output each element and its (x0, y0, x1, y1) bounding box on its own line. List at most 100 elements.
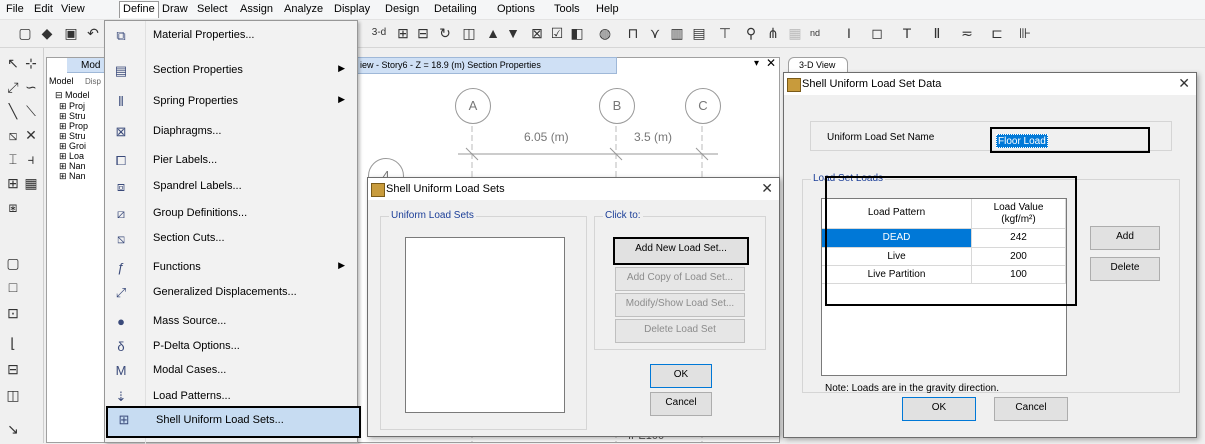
draw-link-icon[interactable]: ∽ (22, 78, 40, 96)
rotate-icon[interactable]: ↻ (436, 24, 454, 42)
brace-icon[interactable]: ⋎ (646, 24, 664, 42)
menu-item-generalized-displacements[interactable]: ⤢ Generalized Displacements... (105, 281, 357, 305)
draw-wall-icon[interactable]: ▢ (4, 254, 22, 272)
plan-view-tab[interactable]: iew - Story6 - Z = 18.9 (m) Section Prop… (357, 57, 617, 74)
menu-item-spandrel-labels[interactable]: ⧈ Spandrel Labels... (105, 175, 357, 199)
cancel-button[interactable]: Cancel (994, 397, 1068, 421)
menu-define[interactable]: Define (119, 1, 159, 18)
open-file-icon[interactable]: ◆ (38, 24, 56, 42)
wall-icon[interactable]: ▤ (690, 24, 708, 42)
new-file-icon[interactable]: ▢ (16, 24, 34, 42)
draw-dimension-icon[interactable]: ↘ (4, 420, 22, 438)
close-icon[interactable]: ✕ (761, 180, 773, 197)
delete-load-set-button[interactable]: Delete Load Set (615, 319, 745, 343)
draw-cross-icon[interactable]: ⧆ (4, 198, 22, 216)
menu-item-diaphragms[interactable]: ⊠ Diaphragms... (105, 120, 357, 144)
menu-edit[interactable]: Edit (34, 3, 53, 15)
menu-item-pier-labels[interactable]: ⧠ Pier Labels... (105, 149, 357, 173)
menu-options[interactable]: Options (497, 3, 535, 15)
ok-button[interactable]: OK (650, 364, 712, 388)
modify-show-load-set-button[interactable]: Modify/Show Load Set... (615, 293, 745, 317)
3d-view-tab[interactable]: 3-D View (788, 57, 848, 73)
menu-draw[interactable]: Draw (162, 3, 188, 15)
menu-view[interactable]: View (61, 3, 85, 15)
menu-item-material-properties[interactable]: ⧉ Material Properties... (105, 24, 357, 48)
menu-display[interactable]: Display (334, 3, 370, 15)
load-sets-list[interactable] (405, 237, 565, 413)
menu-item-shell-uniform-load-sets[interactable]: ⊞ Shell Uniform Load Sets... (106, 406, 361, 438)
undo-icon[interactable]: ↶ (84, 24, 102, 42)
frame-icon[interactable]: ⊓ (624, 24, 642, 42)
menu-tools[interactable]: Tools (554, 3, 580, 15)
draw-opening-icon[interactable]: ⊡ (4, 304, 22, 322)
menu-detailing[interactable]: Detailing (434, 3, 477, 15)
save-icon[interactable]: ▣ (62, 24, 80, 42)
slab-icon[interactable]: ⊤ (716, 24, 734, 42)
window-close-icon[interactable]: ✕ (766, 56, 776, 70)
menu-file[interactable]: File (6, 3, 24, 15)
pointer-icon[interactable]: ↖ (4, 54, 22, 72)
draw-panel-icon[interactable]: ⧅ (4, 126, 22, 144)
restraint-icon[interactable]: ⋔ (764, 24, 782, 42)
tab-model[interactable]: Model (49, 76, 74, 86)
plan-view-icon[interactable]: ⊞ (394, 24, 412, 42)
set-display-icon[interactable]: ☑ (548, 24, 566, 42)
section-i-icon[interactable]: I (840, 24, 858, 42)
menu-item-mass-source[interactable]: ● Mass Source... (105, 310, 357, 334)
draw-frame-icon[interactable]: ⊞ (4, 174, 22, 192)
move-down-icon[interactable]: ▼ (504, 24, 522, 42)
section-channel-icon[interactable]: ⊏ (988, 24, 1006, 42)
draw-corner-icon[interactable]: ⌊ (4, 334, 22, 352)
add-load-button[interactable]: Add (1090, 226, 1160, 250)
delete-load-button[interactable]: Delete (1090, 257, 1160, 281)
load-set-name-input[interactable]: Floor Load (996, 134, 1048, 148)
draw-mesh-icon[interactable]: ▦ (22, 174, 40, 192)
section-deck-icon[interactable]: ≂ (958, 24, 976, 42)
section-double-icon[interactable]: Ⅱ (928, 24, 946, 42)
draw-brace-icon[interactable]: ⟍ (22, 102, 40, 120)
cross-brace-icon[interactable]: ✕ (22, 126, 40, 144)
extrusion-icon[interactable]: ◧ (568, 24, 586, 42)
draw-column-icon[interactable]: ⌶ (4, 150, 22, 168)
move-up-icon[interactable]: ▲ (484, 24, 502, 42)
close-icon[interactable]: ✕ (1178, 75, 1190, 92)
section-t-icon[interactable]: T (898, 24, 916, 42)
ok-button[interactable]: OK (902, 397, 976, 421)
draw-line-icon[interactable]: ╲ (4, 102, 22, 120)
nd-button[interactable]: nd (806, 24, 824, 42)
perspective-icon[interactable]: ◫ (460, 24, 478, 42)
grid-icon[interactable]: ▦ (786, 24, 804, 42)
beam-icon[interactable]: ▥ (668, 24, 686, 42)
menu-item-group-definitions[interactable]: ⧄ Group Definitions... (105, 202, 357, 226)
draw-area-icon[interactable]: ◫ (4, 386, 22, 404)
menu-item-section-properties[interactable]: ▤ Section Properties ▶ (105, 59, 357, 83)
section-box-icon[interactable]: ◻ (868, 24, 886, 42)
elevation-view-icon[interactable]: ⊟ (414, 24, 432, 42)
color-icon[interactable]: ◍ (596, 24, 614, 42)
add-new-load-set-button[interactable]: Add New Load Set... (613, 237, 749, 265)
menu-select[interactable]: Select (197, 3, 228, 15)
menu-design[interactable]: Design (385, 3, 419, 15)
menu-item-functions[interactable]: ƒ Functions ▶ (105, 256, 357, 280)
section-joist-icon[interactable]: ⊪ (1016, 24, 1034, 42)
draw-slab-icon[interactable]: □ (4, 278, 22, 296)
object-shrink-icon[interactable]: ⊠ (528, 24, 546, 42)
node-icon[interactable]: ⚲ (742, 24, 760, 42)
snap-icon[interactable]: ⊹ (22, 54, 40, 72)
menu-item-p-delta-options[interactable]: δ P-Delta Options... (105, 335, 357, 359)
tree-item-named-2[interactable]: ⊞ Nan (59, 171, 86, 182)
add-copy-load-set-button[interactable]: Add Copy of Load Set... (615, 267, 745, 291)
menu-help[interactable]: Help (596, 3, 619, 15)
tab-display[interactable]: Disp (85, 77, 101, 86)
cancel-button[interactable]: Cancel (650, 392, 712, 416)
menu-assign[interactable]: Assign (240, 3, 273, 15)
menu-item-modal-cases[interactable]: M Modal Cases... (105, 359, 357, 383)
draw-joint-icon[interactable]: ⫞ (22, 150, 40, 168)
menu-item-section-cuts[interactable]: ⧅ Section Cuts... (105, 227, 357, 251)
draw-stair-icon[interactable]: ⊟ (4, 360, 22, 378)
menu-item-spring-properties[interactable]: ⫴ Spring Properties ▶ (105, 90, 357, 114)
view-3d-button[interactable]: 3-d (366, 24, 392, 42)
menu-analyze[interactable]: Analyze (284, 3, 323, 15)
tree-root-model[interactable]: ⊟ Model (55, 90, 90, 101)
window-menu-icon[interactable]: ▾ (754, 58, 759, 69)
